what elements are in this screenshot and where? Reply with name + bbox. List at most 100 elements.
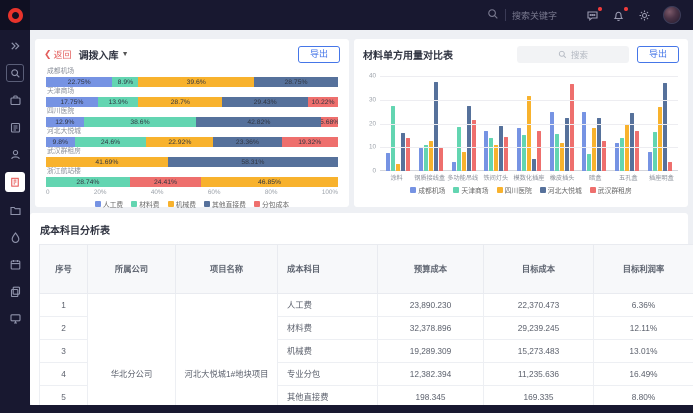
bar-segment[interactable]: 58.31% (168, 157, 338, 167)
bar[interactable] (550, 112, 554, 171)
legend-item[interactable]: 分包成本 (254, 199, 289, 209)
bar[interactable] (537, 131, 541, 171)
bar[interactable] (527, 96, 531, 171)
cost-analysis-panel: 成本科目分析表 序号所属公司项目名称成本科目预算成本目标成本目标利润率实际成本 … (30, 213, 688, 405)
bar-segment[interactable]: 28.74% (46, 177, 130, 187)
bar-segment[interactable]: 41.69% (46, 157, 168, 167)
bar[interactable] (555, 134, 559, 171)
bar[interactable] (630, 113, 634, 171)
bar[interactable] (499, 126, 503, 171)
sidebar-item-clipboard[interactable] (6, 118, 24, 136)
legend-item[interactable]: 成都机场 (410, 185, 445, 195)
app-logo[interactable] (0, 0, 30, 30)
bar[interactable] (419, 148, 423, 171)
sidebar-item-briefcase[interactable] (6, 91, 24, 109)
bar[interactable] (457, 127, 461, 171)
user-avatar[interactable] (663, 6, 681, 24)
legend-item[interactable]: 天津商场 (453, 185, 488, 195)
bar-segment[interactable]: 28.75% (254, 77, 338, 87)
bar-segment[interactable]: 17.75% (46, 97, 98, 107)
bar[interactable] (396, 164, 400, 171)
message-icon[interactable] (585, 8, 600, 23)
bar-segment[interactable]: 22.92% (146, 137, 213, 147)
bar[interactable] (663, 83, 667, 171)
panel-search-input[interactable]: 搜索 (517, 46, 629, 63)
bar[interactable] (582, 112, 586, 171)
bar-segment[interactable]: 5.68% (321, 117, 338, 127)
sidebar-item-search[interactable] (6, 64, 24, 82)
global-search[interactable]: 搜索关键字 (487, 8, 557, 22)
bar[interactable] (570, 84, 574, 171)
bar[interactable] (472, 120, 476, 171)
bar[interactable] (668, 162, 672, 172)
sidebar-item-folder[interactable] (6, 201, 24, 219)
bar[interactable] (386, 153, 390, 171)
sidebar-item-cost-active[interactable] (5, 172, 25, 192)
legend-item[interactable]: 四川医院 (497, 185, 532, 195)
bar[interactable] (635, 131, 639, 171)
bar[interactable] (494, 145, 498, 171)
bar[interactable] (462, 152, 466, 171)
bar-segment[interactable]: 38.6% (84, 117, 197, 127)
legend-item[interactable]: 机械费 (168, 199, 196, 209)
bar[interactable] (439, 148, 443, 171)
bar-segment[interactable]: 12.9% (46, 117, 84, 127)
bar[interactable] (406, 138, 410, 171)
chevron-down-icon[interactable]: ▼ (122, 51, 129, 58)
sidebar-item-droplet[interactable] (6, 228, 24, 246)
bar-segment[interactable]: 24.41% (130, 177, 201, 187)
bar[interactable] (602, 141, 606, 171)
bar-segment[interactable]: 28.7% (138, 97, 222, 107)
sidebar-item-calendar[interactable] (6, 255, 24, 273)
bell-icon[interactable] (611, 8, 626, 23)
cell-target: 29,239.245 (484, 317, 594, 340)
sidebar-item-monitor[interactable] (6, 309, 24, 327)
bar[interactable] (532, 159, 536, 171)
bar[interactable] (653, 132, 657, 171)
bar-segment[interactable]: 13.9% (98, 97, 139, 107)
bar-segment[interactable]: 8.9% (112, 77, 138, 87)
bar[interactable] (434, 82, 438, 171)
gear-icon[interactable] (637, 8, 652, 23)
bar[interactable] (504, 137, 508, 171)
expand-icon[interactable] (6, 37, 24, 55)
legend-item[interactable]: 其他直接费 (204, 199, 246, 209)
bar-segment[interactable]: 46.85% (201, 177, 338, 187)
legend-item[interactable]: 材料费 (131, 199, 159, 209)
bar-segment[interactable]: 10.22% (308, 97, 338, 107)
bar[interactable] (620, 138, 624, 171)
bar-segment[interactable]: 29.43% (222, 97, 308, 107)
bar-segment[interactable]: 23.36% (213, 137, 281, 147)
bar[interactable] (592, 128, 596, 171)
bar-segment[interactable]: 9.8% (46, 137, 75, 147)
bar[interactable] (484, 131, 488, 171)
legend-item[interactable]: 武汉群租房 (590, 185, 632, 195)
export-button-right[interactable]: 导出 (637, 46, 679, 63)
export-button-left[interactable]: 导出 (298, 46, 340, 63)
bar[interactable] (587, 154, 591, 171)
bar[interactable] (517, 128, 521, 171)
bar[interactable] (648, 152, 652, 171)
bar[interactable] (522, 135, 526, 171)
bar-segment[interactable]: 22.75% (46, 77, 112, 87)
bar[interactable] (429, 141, 433, 171)
bar[interactable] (597, 118, 601, 171)
bar[interactable] (401, 133, 405, 171)
back-button[interactable]: ❮ 返回 (44, 48, 72, 61)
bar[interactable] (658, 107, 662, 171)
cell-margin: 13.01% (594, 340, 693, 363)
bar[interactable] (489, 138, 493, 171)
sidebar-item-copy[interactable] (6, 282, 24, 300)
legend-item[interactable]: 人工费 (95, 199, 123, 209)
bar-segment[interactable]: 42.82% (196, 117, 321, 127)
sidebar-item-user[interactable] (6, 145, 24, 163)
bar[interactable] (391, 106, 395, 171)
bar[interactable] (565, 118, 569, 171)
bar-segment[interactable]: 24.6% (75, 137, 147, 147)
bar[interactable] (467, 106, 471, 171)
bar[interactable] (452, 162, 456, 172)
bar-segment[interactable]: 39.6% (138, 77, 254, 87)
legend-item[interactable]: 河北大悦城 (540, 185, 582, 195)
bar-segment[interactable]: 19.32% (282, 137, 338, 147)
bar[interactable] (424, 145, 428, 171)
